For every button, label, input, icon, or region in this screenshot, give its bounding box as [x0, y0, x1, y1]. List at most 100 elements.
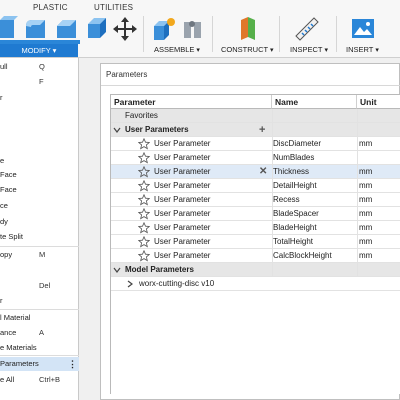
menu-item-silhouette-split[interactable]: te Split	[0, 230, 79, 244]
column-header-unit[interactable]: Unit	[357, 95, 400, 109]
menu-item-physical-material-2[interactable]: l Material	[0, 311, 79, 325]
shell-icon[interactable]	[86, 16, 112, 42]
menu-item-label: r	[0, 93, 3, 102]
parameter-type: User Parameter	[154, 181, 211, 190]
menu-item-split-body[interactable]: dy	[0, 215, 79, 229]
menu-item-label: e Materials	[0, 343, 37, 352]
menu-item-label: te Split	[0, 232, 23, 241]
toolbar-divider	[212, 16, 213, 52]
model-item-label: worx-cutting-disc v10	[139, 279, 215, 288]
modify-menu-button[interactable]: MODIFY	[0, 44, 78, 57]
move-icon[interactable]	[112, 16, 138, 42]
menu-item-shortcut: Ctrl+B	[39, 375, 61, 384]
favorite-star-icon[interactable]	[138, 166, 150, 178]
joint-icon[interactable]	[180, 16, 206, 42]
favorite-star-icon[interactable]	[138, 180, 150, 192]
menu-item-split-face[interactable]: ce	[0, 199, 79, 213]
menu-item-manage-materials[interactable]: e Materials	[0, 341, 79, 355]
menu-item-appearance[interactable]: ance A	[0, 326, 79, 340]
parameter-type: User Parameter	[154, 251, 211, 260]
parameter-type: User Parameter	[154, 195, 211, 204]
dialog-divider	[101, 85, 400, 86]
menu-item-label: ance	[0, 328, 17, 337]
chevron-right-icon[interactable]	[126, 280, 134, 288]
column-divider	[357, 109, 358, 277]
delete-parameter-icon[interactable]: ✕	[259, 165, 267, 179]
parameter-name: DetailHeight	[273, 181, 317, 190]
menu-item-label: ull	[0, 62, 8, 71]
measure-icon[interactable]	[294, 16, 320, 42]
favorite-star-icon[interactable]	[138, 138, 150, 150]
favorite-star-icon[interactable]	[138, 194, 150, 206]
favorite-star-icon[interactable]	[138, 250, 150, 262]
favorites-label: Favorites	[125, 111, 158, 120]
menu-item-scale[interactable]: e	[0, 154, 79, 168]
fillet-icon[interactable]	[23, 16, 49, 42]
menu-item-label: Face	[0, 170, 17, 179]
insert-group: INSERT	[340, 12, 400, 56]
menu-item-shortcut: M	[39, 250, 46, 259]
menu-item-label: ce	[0, 201, 8, 210]
menu-item-offset-face[interactable]: Face	[0, 168, 79, 182]
assemble-menu-button[interactable]: ASSEMBLE	[154, 45, 200, 54]
parameter-unit: mm	[359, 251, 373, 260]
parameter-name: Thickness	[273, 167, 310, 176]
menu-item-shortcut: A	[39, 328, 45, 337]
table-row[interactable]: worx-cutting-disc v10	[111, 277, 400, 291]
menu-item-physical-material[interactable]: r	[0, 294, 79, 308]
menu-item-shell[interactable]	[0, 107, 79, 121]
model-parameters-label: Model Parameters	[125, 265, 194, 274]
parameter-unit: mm	[359, 209, 373, 218]
favorite-star-icon[interactable]	[138, 152, 150, 164]
parameter-name: BladeSpacer	[273, 209, 319, 218]
parameter-name: TotalHeight	[273, 237, 314, 246]
menu-item-delete[interactable]: Del	[0, 279, 79, 293]
add-parameter-icon[interactable]: +	[259, 123, 265, 137]
insert-image-icon[interactable]	[350, 16, 376, 42]
parameter-type: User Parameter	[154, 153, 211, 162]
favorite-star-icon[interactable]	[138, 208, 150, 220]
parameter-type: User Parameter	[154, 209, 211, 218]
menu-item-label: e All	[0, 375, 15, 384]
tab-utilities[interactable]: UTILITIES	[94, 3, 133, 12]
construct-menu-button[interactable]: CONSTRUCT	[221, 45, 274, 54]
offset-plane-icon[interactable]	[235, 16, 261, 42]
menu-item-shortcut: Del	[39, 281, 51, 290]
toolbar: PLASTIC UTILITIES MODIFY ASSEMBLE	[0, 0, 400, 58]
menu-item-shortcut: Q	[39, 62, 45, 71]
chamfer-icon[interactable]	[54, 16, 80, 42]
menu-divider	[0, 309, 79, 310]
menu-item-align[interactable]	[0, 264, 79, 278]
insert-menu-button[interactable]: INSERT	[346, 45, 379, 54]
menu-item-chamfer[interactable]: r	[0, 91, 79, 105]
menu-item-press-pull[interactable]: ull Q	[0, 60, 79, 74]
column-header-name[interactable]: Name	[272, 95, 357, 109]
favorite-star-icon[interactable]	[138, 222, 150, 234]
parameter-name: DiscDiameter	[273, 139, 322, 148]
menu-item-compute-all[interactable]: e All Ctrl+B	[0, 373, 79, 387]
more-options-icon[interactable]: ⋮	[68, 357, 77, 371]
parameter-name: NumBlades	[273, 153, 315, 162]
modify-dropdown-menu: ull Q F r e Face Face ce dy te Split opy M…	[0, 58, 79, 400]
column-divider	[272, 109, 273, 277]
parameter-name: CalcBlockHeight	[273, 251, 332, 260]
chevron-down-icon[interactable]	[113, 126, 121, 134]
chevron-down-icon[interactable]	[113, 266, 121, 274]
parameter-unit: mm	[359, 181, 373, 190]
parameter-type: User Parameter	[154, 167, 211, 176]
tab-plastic[interactable]: PLASTIC	[33, 3, 68, 12]
menu-item-replace-face[interactable]: Face	[0, 183, 79, 197]
inspect-menu-button[interactable]: INSPECT	[290, 45, 328, 54]
user-parameters-label: User Parameters	[125, 125, 189, 134]
menu-item-fillet[interactable]: F	[0, 75, 79, 89]
new-component-icon[interactable]	[152, 16, 178, 42]
column-header-parameter[interactable]: Parameter	[111, 95, 272, 109]
favorite-star-icon[interactable]	[138, 236, 150, 248]
menu-item-change-parameters[interactable]: Parameters ⋮	[0, 357, 79, 371]
menu-item-shortcut: F	[39, 77, 44, 86]
menu-item-label: r	[0, 296, 3, 305]
menu-item-move-copy[interactable]: opy M	[0, 248, 79, 262]
menu-item-label: opy	[0, 250, 13, 259]
parameter-type: User Parameter	[154, 139, 211, 148]
assemble-group: ASSEMBLE	[148, 12, 208, 56]
